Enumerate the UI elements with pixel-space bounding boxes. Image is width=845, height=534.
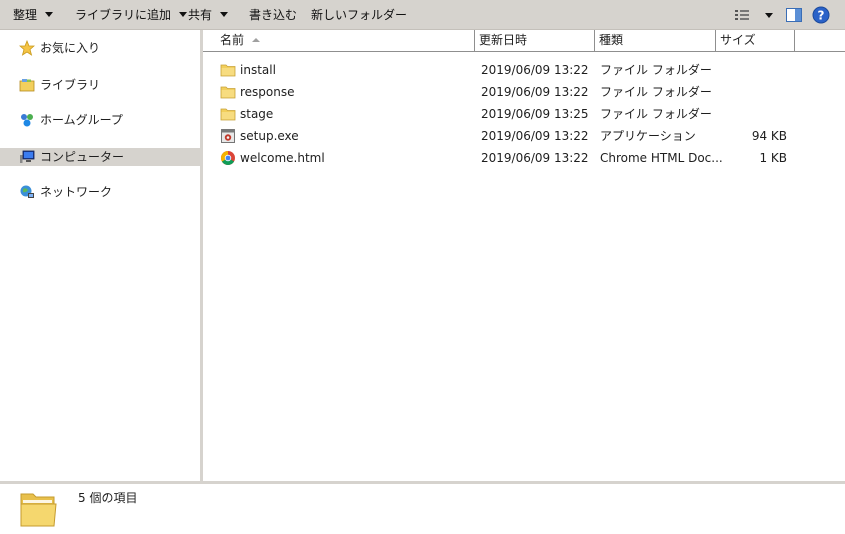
chevron-down-icon <box>220 12 229 17</box>
view-details-icon[interactable] <box>733 6 751 24</box>
chevron-down-icon <box>179 12 188 17</box>
table-row[interactable]: setup.exe 2019/06/09 13:22 アプリケーション 94 K… <box>203 125 845 147</box>
view-options-chevron-icon[interactable] <box>760 6 778 24</box>
details-pane: 5 個の項目 <box>0 484 845 534</box>
column-size-label: サイズ <box>720 33 756 47</box>
chrome-icon <box>220 150 236 166</box>
item-count-text: 5 個の項目 <box>78 491 138 505</box>
column-header-size[interactable]: サイズ <box>716 30 795 51</box>
folder-icon <box>220 106 236 122</box>
file-name: welcome.html <box>240 151 325 165</box>
column-header-name[interactable]: 名前 <box>216 30 475 51</box>
command-bar: 整理 ライブラリに追加 共有 書き込む 新しいフォルダー ? <box>0 0 845 30</box>
chevron-down-icon <box>45 12 54 17</box>
folder-icon <box>18 488 60 530</box>
column-header-date[interactable]: 更新日時 <box>475 30 595 51</box>
file-date: 2019/06/09 13:22 <box>481 129 589 143</box>
file-list: 名前 更新日時 種類 サイズ install 2019/06/09 13:22 … <box>203 30 845 481</box>
column-header-type[interactable]: 種類 <box>595 30 716 51</box>
sort-ascending-icon <box>252 38 261 42</box>
organize-button[interactable]: 整理 <box>13 0 54 30</box>
burn-label: 書き込む <box>249 8 298 22</box>
new-folder-button[interactable]: 新しいフォルダー <box>311 0 407 30</box>
file-type: アプリケーション <box>600 129 696 143</box>
column-date-label: 更新日時 <box>479 33 528 47</box>
nav-item-network[interactable]: ネットワーク <box>0 183 200 201</box>
column-header-row: 名前 更新日時 種類 サイズ <box>203 30 845 52</box>
share-button[interactable]: 共有 <box>188 0 229 30</box>
network-icon <box>19 184 35 200</box>
star-icon <box>18 39 36 56</box>
nav-item-label: ホームグループ <box>40 113 123 127</box>
file-type: ファイル フォルダー <box>600 107 712 121</box>
table-row[interactable]: welcome.html 2019/06/09 13:22 Chrome HTM… <box>203 147 845 169</box>
help-icon[interactable]: ? <box>812 6 830 24</box>
navigation-pane: お気に入り ライブラリ ホームグループ コンピューター ネットワーク <box>0 30 200 481</box>
file-size: 1 KB <box>759 151 787 165</box>
nav-item-computer[interactable]: コンピューター <box>0 148 200 166</box>
file-type: ファイル フォルダー <box>600 85 712 99</box>
add-to-library-button[interactable]: ライブラリに追加 <box>75 0 188 30</box>
svg-text:?: ? <box>818 9 825 23</box>
file-date: 2019/06/09 13:22 <box>481 151 589 165</box>
nav-item-label: お気に入り <box>40 41 101 55</box>
file-name: install <box>240 63 276 77</box>
folder-icon <box>220 84 236 100</box>
burn-button[interactable]: 書き込む <box>249 0 297 30</box>
column-type-label: 種類 <box>599 33 624 47</box>
file-date: 2019/06/09 13:22 <box>481 63 589 77</box>
new-folder-label: 新しいフォルダー <box>311 8 408 22</box>
file-type: ファイル フォルダー <box>600 63 712 77</box>
nav-item-favorites[interactable]: お気に入り <box>0 39 200 57</box>
file-name: setup.exe <box>240 129 299 143</box>
share-label: 共有 <box>188 8 213 22</box>
add-to-library-label: ライブラリに追加 <box>75 8 172 22</box>
file-type: Chrome HTML Doc... <box>600 151 723 165</box>
nav-item-homegroup[interactable]: ホームグループ <box>0 111 200 129</box>
library-icon <box>19 77 35 93</box>
file-date: 2019/06/09 13:22 <box>481 85 589 99</box>
file-name: response <box>240 85 295 99</box>
organize-label: 整理 <box>13 8 38 22</box>
homegroup-icon <box>19 112 35 128</box>
preview-pane-icon[interactable] <box>785 6 803 24</box>
table-row[interactable]: stage 2019/06/09 13:25 ファイル フォルダー <box>203 103 845 125</box>
table-row[interactable]: install 2019/06/09 13:22 ファイル フォルダー <box>203 59 845 81</box>
nav-item-label: コンピューター <box>40 150 125 164</box>
file-date: 2019/06/09 13:25 <box>481 107 589 121</box>
nav-item-label: ライブラリ <box>40 78 101 92</box>
computer-icon <box>19 149 35 165</box>
file-name: stage <box>240 107 274 121</box>
nav-item-libraries[interactable]: ライブラリ <box>0 76 200 94</box>
table-row[interactable]: response 2019/06/09 13:22 ファイル フォルダー <box>203 81 845 103</box>
nav-item-label: ネットワーク <box>40 185 113 199</box>
folder-icon <box>220 62 236 78</box>
file-size: 94 KB <box>751 129 787 143</box>
application-icon <box>220 128 236 144</box>
column-name-label: 名前 <box>220 33 245 47</box>
